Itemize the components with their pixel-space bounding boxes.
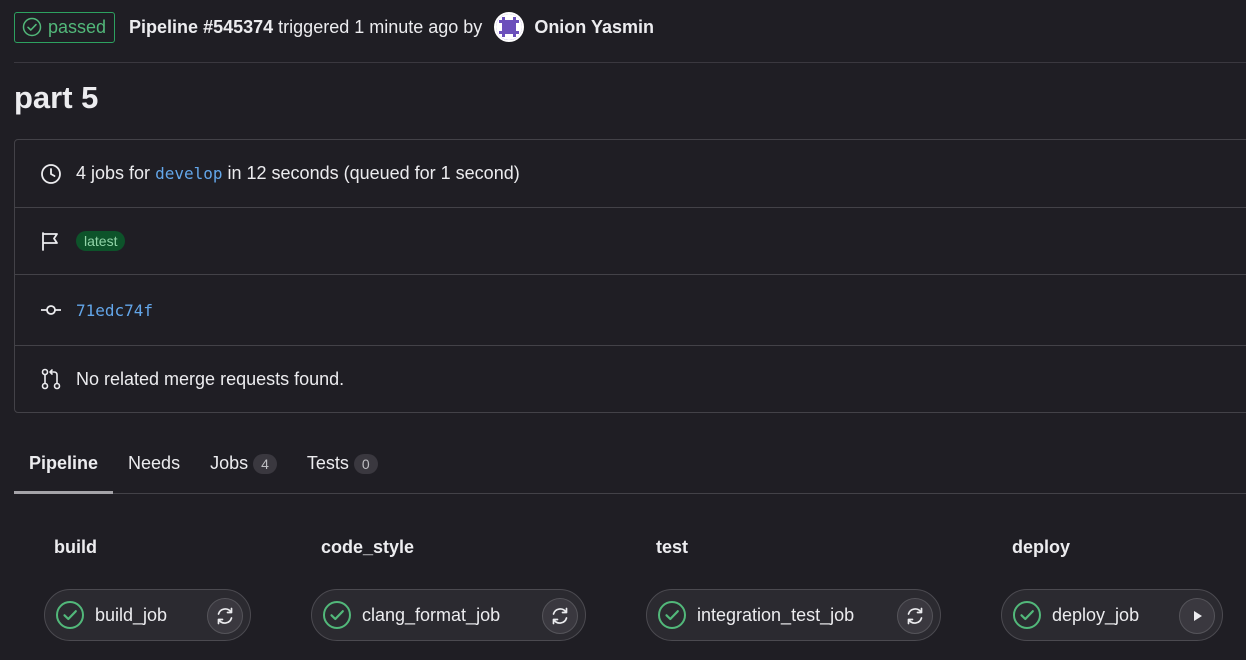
stage-title-build: build bbox=[54, 537, 97, 557]
header-divider bbox=[14, 62, 1246, 63]
merge-requests-row: No related merge requests found. bbox=[15, 346, 1246, 412]
pipeline-tabs: Pipeline Needs Jobs 4 Tests 0 bbox=[14, 436, 1246, 494]
triggered-text: triggered 1 minute ago by bbox=[278, 16, 483, 37]
branch-link[interactable]: develop bbox=[155, 164, 222, 183]
check-circle-icon bbox=[22, 17, 42, 37]
success-icon bbox=[1013, 601, 1041, 629]
success-icon bbox=[323, 601, 351, 629]
latest-badge[interactable]: latest bbox=[76, 231, 126, 251]
job-name: deploy_job bbox=[1052, 604, 1140, 625]
page-title: part 5 bbox=[14, 80, 99, 115]
clock-icon bbox=[40, 163, 62, 185]
retry-icon bbox=[552, 607, 568, 625]
retry-icon bbox=[907, 607, 923, 625]
job-name: build_job bbox=[95, 604, 168, 625]
commit-icon bbox=[40, 299, 62, 321]
flag-icon bbox=[40, 230, 62, 252]
author-link[interactable]: Onion Yasmin bbox=[534, 17, 654, 38]
play-button[interactable] bbox=[1179, 598, 1215, 634]
tab-label: Needs bbox=[128, 453, 181, 473]
success-icon bbox=[56, 601, 84, 629]
tab-jobs[interactable]: Jobs 4 bbox=[195, 436, 292, 494]
commit-row: 71edc74f bbox=[15, 275, 1246, 346]
retry-icon bbox=[217, 607, 233, 625]
merge-requests-text: No related merge requests found. bbox=[76, 368, 345, 389]
retry-button[interactable] bbox=[207, 598, 243, 634]
jobs-summary-row: 4 jobs for develop in 12 seconds (queued… bbox=[15, 140, 1246, 208]
avatar[interactable] bbox=[494, 12, 525, 42]
jobs-prefix: 4 jobs for bbox=[76, 163, 151, 183]
stage-title-code-style: code_style bbox=[321, 537, 415, 557]
tab-label: Pipeline bbox=[29, 453, 99, 473]
tag-row: latest bbox=[15, 208, 1246, 275]
tab-label: Jobs bbox=[210, 453, 249, 473]
pipeline-id: Pipeline #545374 bbox=[129, 16, 274, 37]
job-test[interactable]: integration_test_job bbox=[646, 589, 941, 641]
pipeline-header: passed Pipeline #545374 triggered 1 minu… bbox=[14, 11, 654, 43]
jobs-suffix: in 12 seconds (queued for 1 second) bbox=[227, 163, 520, 183]
job-code-style[interactable]: clang_format_job bbox=[311, 589, 586, 641]
success-icon bbox=[658, 601, 686, 629]
commit-link[interactable]: 71edc74f bbox=[76, 301, 153, 320]
tab-tests[interactable]: Tests 0 bbox=[292, 436, 393, 494]
tests-count-badge: 0 bbox=[353, 454, 378, 474]
tab-needs[interactable]: Needs bbox=[113, 436, 195, 494]
merge-request-icon bbox=[40, 368, 62, 390]
status-label: passed bbox=[48, 16, 107, 37]
status-badge[interactable]: passed bbox=[14, 11, 116, 43]
retry-button[interactable] bbox=[897, 598, 933, 634]
job-name: clang_format_job bbox=[362, 604, 501, 625]
stage-title-test: test bbox=[656, 537, 689, 557]
job-build[interactable]: build_job bbox=[44, 589, 251, 641]
job-name: integration_test_job bbox=[697, 604, 855, 625]
jobs-count-badge: 4 bbox=[253, 454, 277, 474]
retry-button[interactable] bbox=[542, 598, 578, 634]
tab-pipeline[interactable]: Pipeline bbox=[14, 436, 114, 494]
job-deploy[interactable]: deploy_job bbox=[1001, 589, 1223, 641]
tab-label: Tests bbox=[306, 453, 349, 473]
pipeline-info-box: 4 jobs for develop in 12 seconds (queued… bbox=[14, 139, 1246, 413]
play-icon bbox=[1194, 611, 1202, 621]
avatar-image bbox=[496, 14, 523, 40]
stage-title-deploy: deploy bbox=[1012, 537, 1071, 557]
